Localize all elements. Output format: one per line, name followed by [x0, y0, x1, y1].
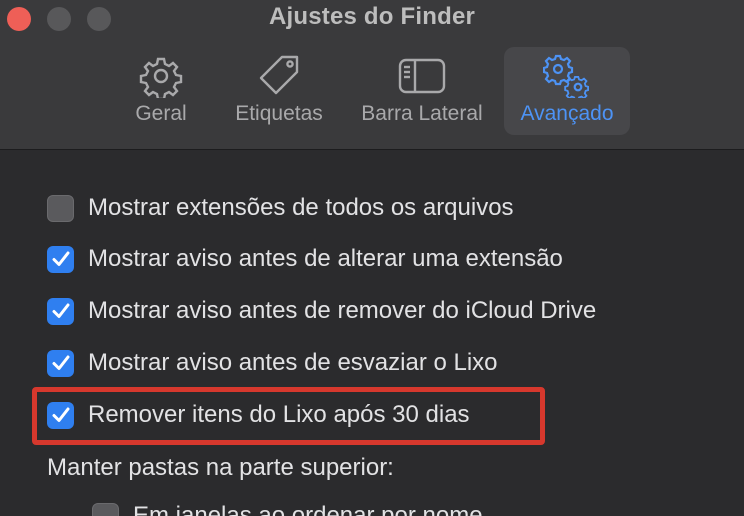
option-label: Mostrar aviso antes de esvaziar o Lixo — [88, 349, 498, 376]
checkbox[interactable] — [92, 502, 119, 516]
tab-geral[interactable]: Geral — [121, 47, 201, 135]
gear-icon — [139, 57, 183, 98]
tab-label: Avançado — [520, 102, 614, 125]
tab-barra-lateral[interactable]: Barra Lateral — [350, 47, 494, 135]
section-heading: Manter pastas na parte superior: — [47, 454, 394, 481]
checkmark-icon — [52, 355, 69, 370]
tab-label: Etiquetas — [235, 102, 323, 125]
option-label: Mostrar extensões de todos os arquivos — [88, 194, 514, 221]
tab-label: Barra Lateral — [361, 102, 483, 125]
gears-icon — [543, 54, 590, 98]
sidebar-icon — [398, 58, 446, 94]
option-folders-on-top-windows[interactable]: Em janelas ao ordenar por nome — [92, 501, 483, 516]
option-label: Em janelas ao ordenar por nome — [133, 502, 483, 516]
option-label: Mostrar aviso antes de alterar uma exten… — [88, 245, 563, 272]
window-title: Ajustes do Finder — [268, 3, 476, 30]
tab-avancado[interactable]: Avançado — [504, 47, 630, 135]
option-label: Mostrar aviso antes de remover do iCloud… — [88, 297, 597, 324]
checkbox[interactable] — [47, 194, 74, 222]
checkmark-icon — [52, 251, 69, 266]
option-warn-change-extension[interactable]: Mostrar aviso antes de alterar uma exten… — [47, 244, 563, 274]
toolbar: Ajustes do Finder Geral Etiquetas Barra … — [0, 0, 744, 150]
tab-label: Geral — [135, 102, 187, 125]
option-show-extensions[interactable]: Mostrar extensões de todos os arquivos — [47, 193, 514, 223]
highlight-box — [32, 387, 545, 445]
tab-etiquetas[interactable]: Etiquetas — [222, 47, 336, 135]
tag-icon — [259, 55, 299, 95]
checkmark-icon — [52, 303, 69, 318]
checkbox[interactable] — [47, 297, 74, 325]
settings-content: Mostrar extensões de todos os arquivos M… — [0, 151, 744, 516]
option-warn-empty-trash[interactable]: Mostrar aviso antes de esvaziar o Lixo — [47, 348, 498, 378]
option-warn-remove-icloud[interactable]: Mostrar aviso antes de remover do iCloud… — [47, 296, 596, 326]
checkbox[interactable] — [47, 349, 74, 377]
checkbox[interactable] — [47, 245, 74, 273]
